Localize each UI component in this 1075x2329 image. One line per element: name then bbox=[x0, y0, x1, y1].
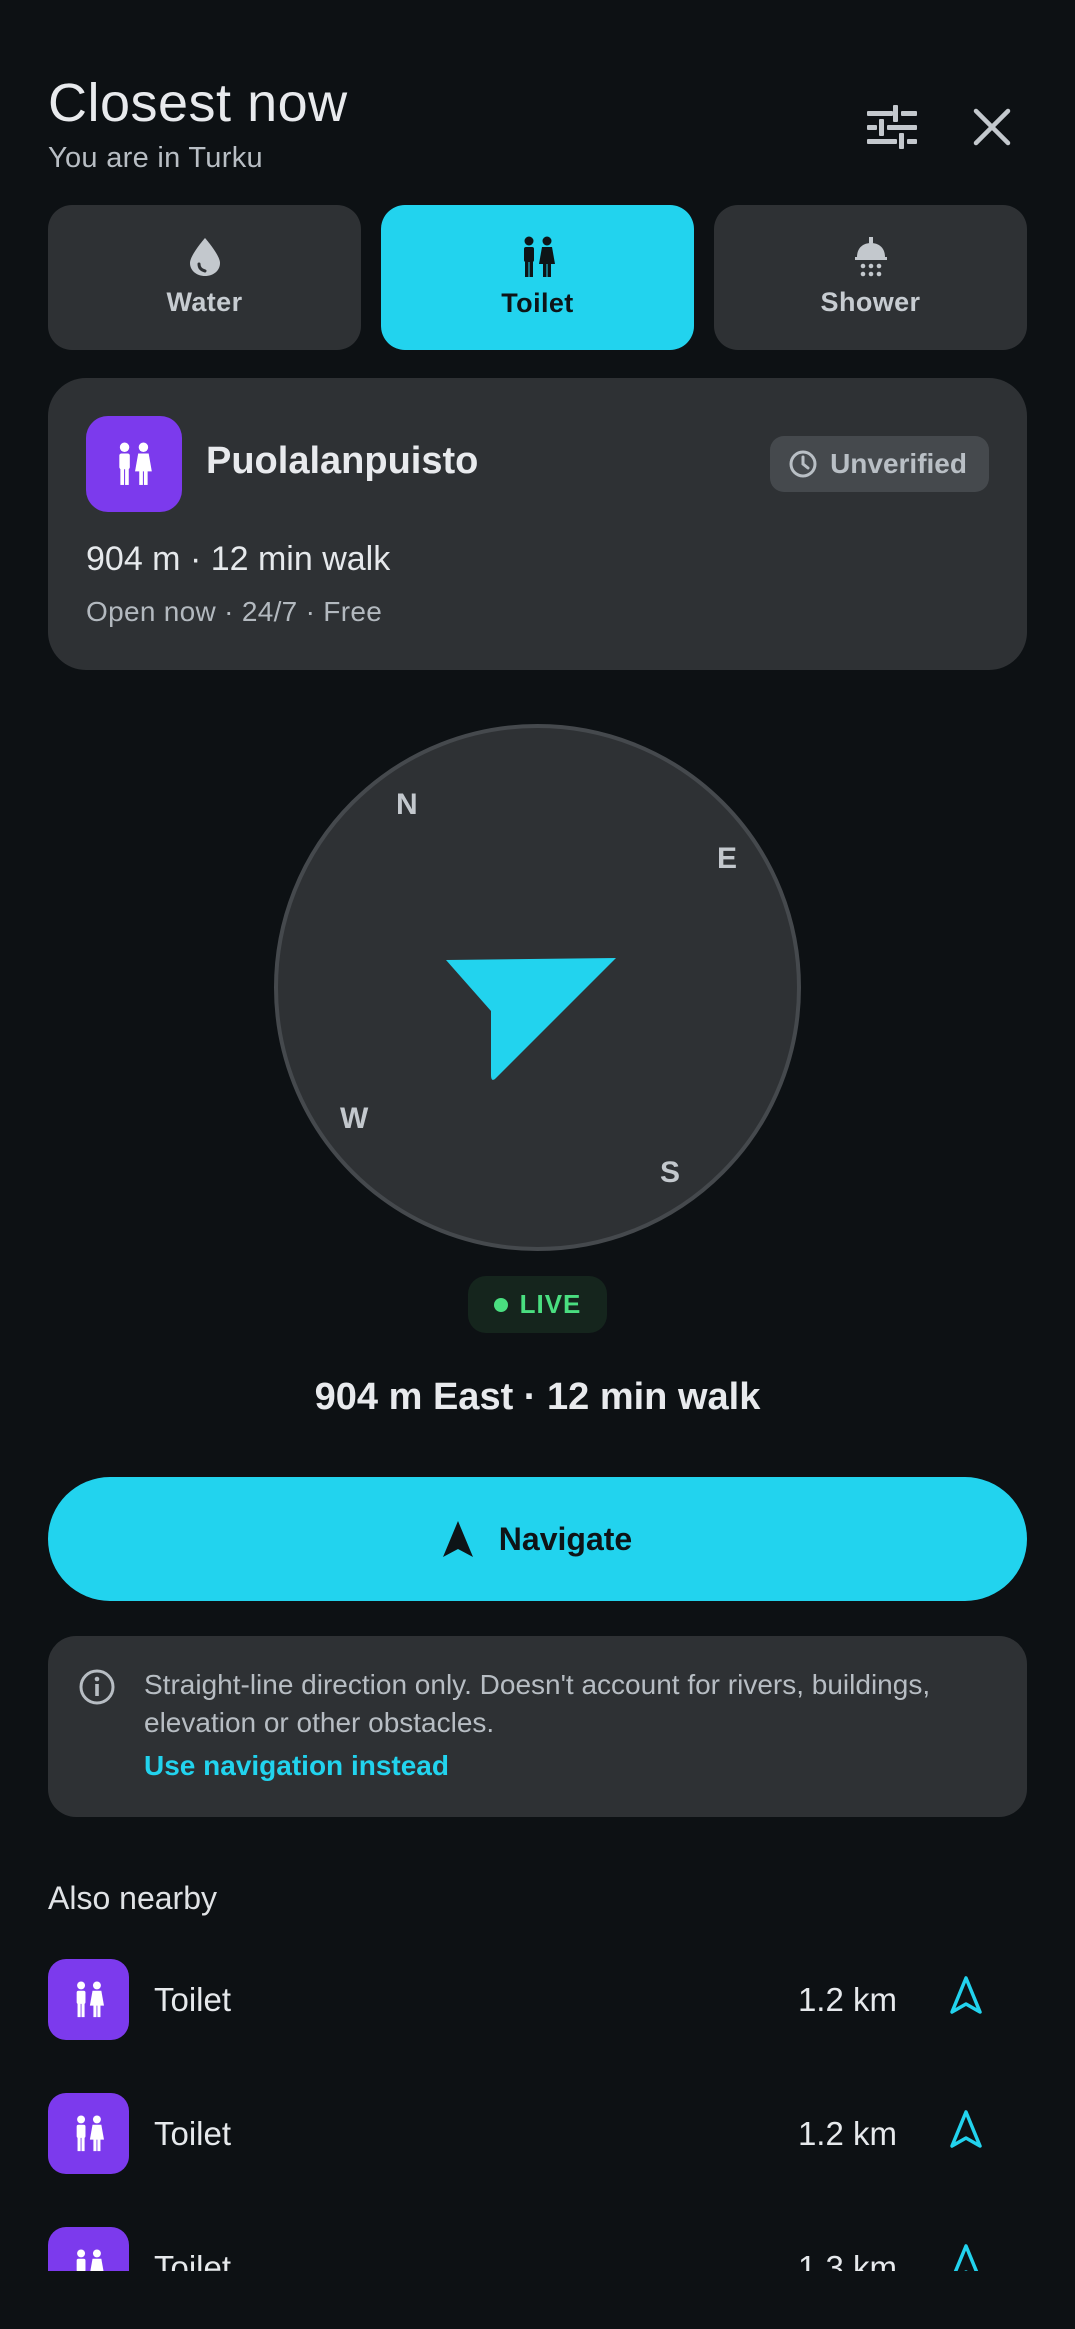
tab-water-label: Water bbox=[166, 287, 243, 317]
nearby-title: Also nearby bbox=[48, 1880, 217, 1916]
compass: N E W S bbox=[274, 724, 801, 1251]
place-status: Open now · 24/7 · Free bbox=[86, 596, 383, 627]
clock-icon bbox=[789, 450, 817, 478]
water-drop-icon bbox=[189, 238, 220, 276]
tab-water[interactable]: Water bbox=[48, 205, 361, 350]
list-item-label: Toilet bbox=[154, 2115, 232, 2152]
tab-shower[interactable]: Shower bbox=[714, 205, 1027, 350]
list-item[interactable]: Toilet 1.2 km bbox=[0, 1955, 1075, 2089]
toilet-icon bbox=[119, 442, 152, 485]
list-item[interactable]: Toilet 1.2 km bbox=[0, 2089, 1075, 2223]
close-icon bbox=[973, 108, 1011, 146]
closest-place-card[interactable]: Puolalanpuisto Unverified 904 m · 12 min… bbox=[48, 378, 1027, 670]
navigation-arrow-outline-icon[interactable] bbox=[949, 1975, 983, 2015]
list-item-distance: 1.2 km bbox=[797, 2115, 897, 2152]
header: Closest now You are in Turku bbox=[48, 72, 1027, 182]
list-item-type-icon bbox=[48, 1959, 129, 2040]
navigate-button[interactable]: Navigate bbox=[48, 1477, 1027, 1601]
toilet-icon bbox=[76, 2249, 104, 2271]
info-text: Straight-line direction only. Doesn't ac… bbox=[144, 1669, 931, 1738]
info-icon bbox=[79, 1669, 115, 1705]
list-item-label: Toilet bbox=[154, 2249, 232, 2271]
navigation-arrow-outline-icon[interactable] bbox=[949, 2109, 983, 2149]
live-label: LIVE bbox=[519, 1289, 582, 1319]
category-tabs: Water Toilet Shower bbox=[48, 205, 1027, 350]
status-badge-label: Unverified bbox=[830, 448, 967, 479]
list-item-label: Toilet bbox=[154, 1981, 232, 2018]
place-name: Puolalanpuisto bbox=[206, 440, 479, 482]
place-type-icon bbox=[86, 416, 182, 512]
list-item-distance: 1.3 km bbox=[797, 2249, 897, 2271]
list-item-type-icon bbox=[48, 2093, 129, 2174]
status-badge: Unverified bbox=[770, 436, 989, 492]
filter-button[interactable] bbox=[857, 92, 927, 162]
tab-toilet-label: Toilet bbox=[501, 288, 574, 318]
list-item-type-icon bbox=[48, 2227, 129, 2271]
toilet-icon bbox=[76, 1981, 104, 2018]
direction-summary: 904 m East · 12 min walk bbox=[314, 1376, 761, 1418]
info-notice: Straight-line direction only. Doesn't ac… bbox=[48, 1636, 1027, 1817]
live-dot bbox=[493, 1297, 508, 1312]
close-button[interactable] bbox=[957, 92, 1027, 162]
tab-toilet[interactable]: Toilet bbox=[381, 205, 694, 350]
navigation-arrow-icon bbox=[442, 1521, 473, 1557]
place-distance: 904 m · 12 min walk bbox=[86, 540, 391, 578]
toilet-icon bbox=[523, 236, 555, 277]
navigation-arrow-outline-icon[interactable] bbox=[949, 2243, 983, 2271]
use-navigation-link[interactable]: Use navigation instead bbox=[144, 1750, 449, 1782]
navigate-button-label: Navigate bbox=[498, 1520, 633, 1557]
shower-icon bbox=[854, 237, 887, 277]
direction-arrow-icon bbox=[446, 958, 616, 1080]
list-item[interactable]: Toilet 1.3 km bbox=[0, 2223, 1075, 2271]
live-indicator: LIVE bbox=[468, 1276, 607, 1333]
sliders-icon bbox=[867, 105, 917, 149]
tab-shower-label: Shower bbox=[820, 287, 921, 317]
closest-now-screen: Closest now You are in Turku Water Toile… bbox=[0, 0, 1075, 2329]
toilet-icon bbox=[76, 2115, 104, 2152]
nearby-list: Toilet 1.2 km Toilet 1.2 km Toilet 1.3 k… bbox=[0, 1955, 1075, 2271]
list-item-distance: 1.2 km bbox=[797, 1981, 897, 2018]
